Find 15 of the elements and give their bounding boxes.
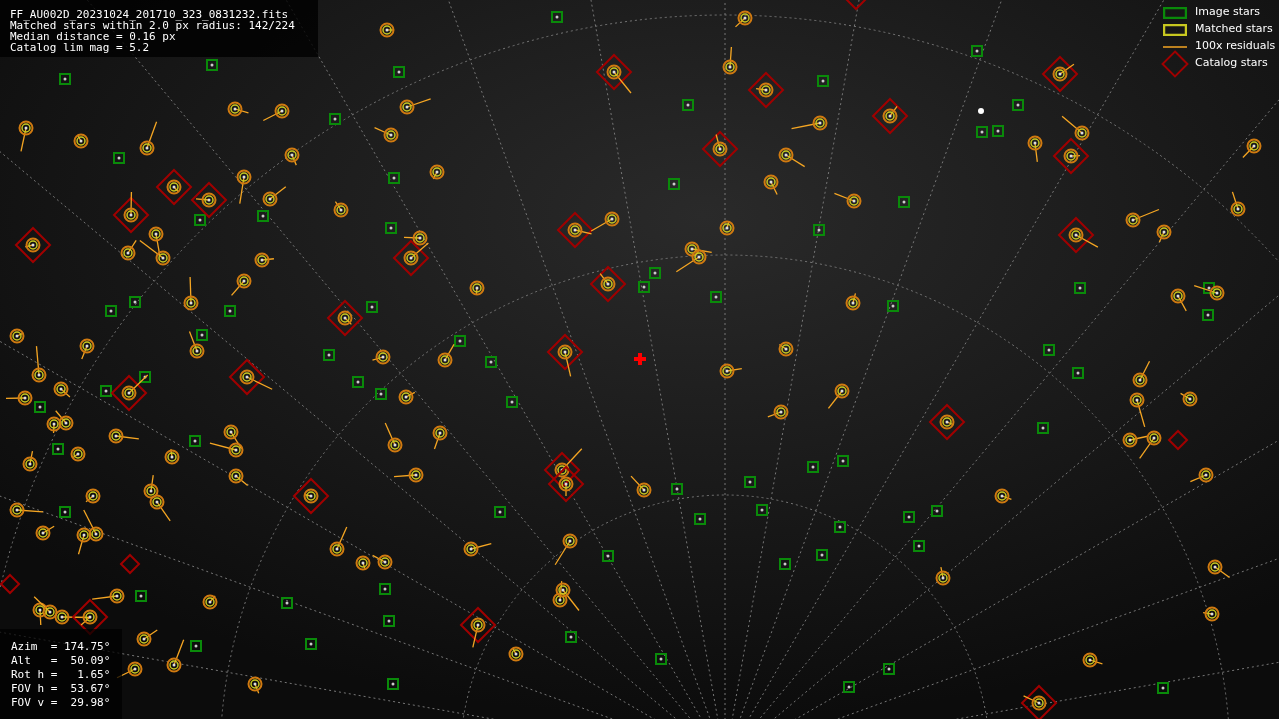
info-text: Median distance = 0.16 px — [10, 31, 176, 42]
pointing-text: Azim = 174.75° — [11, 640, 112, 654]
line-icon — [1163, 45, 1187, 48]
pointing-text: FOV v = 29.98° — [11, 696, 112, 710]
legend-label: Image stars — [1195, 4, 1260, 21]
crosshair-icon — [634, 353, 646, 365]
legend-label: 100x residuals — [1195, 38, 1276, 55]
pointing-text: Rot h = 1.65° — [11, 668, 112, 682]
pointing-text: FOV h = 53.67° — [11, 682, 112, 696]
info-text: Matched stars within 2.0 px radius: 142/224 — [10, 20, 296, 31]
pointing-text: Alt = 50.09° — [11, 654, 112, 668]
info-text: FF_AU002D_20231024_201710_323_0831232.fits — [10, 9, 290, 20]
legend-label: Catalog stars — [1195, 55, 1268, 72]
legend-label: Matched stars — [1195, 21, 1273, 38]
info-text: Catalog lim mag = 5.2 — [10, 42, 151, 53]
